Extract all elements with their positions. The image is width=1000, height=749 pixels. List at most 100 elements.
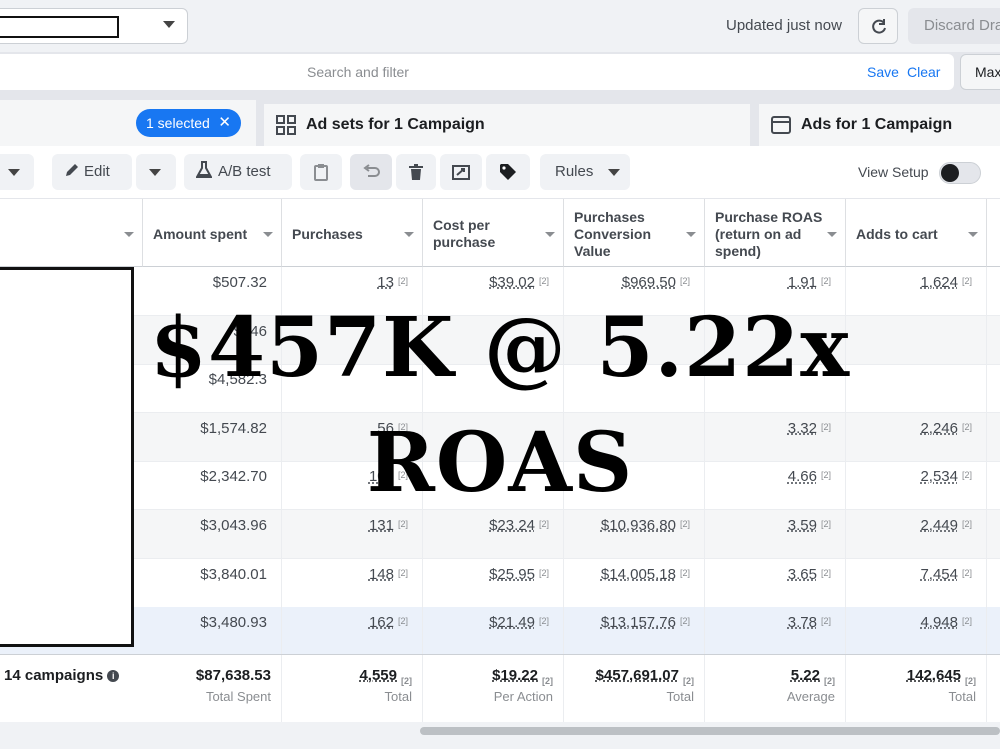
cell-adds-to-cart: 4,948 [2] bbox=[846, 607, 987, 657]
column-header-purchases-conversion-value[interactable]: Purchases Conversion Value bbox=[564, 199, 705, 267]
flask-icon bbox=[195, 161, 213, 178]
footnote-marker: [2] bbox=[824, 676, 835, 686]
table-row[interactable]: $3,840.01 148 [2] $25.95 [2] $14,005.18 [2] 3.6… bbox=[0, 558, 1000, 608]
updated-status: Updated just now bbox=[726, 17, 842, 34]
pencil-icon bbox=[66, 164, 78, 176]
sort-caret-icon bbox=[686, 232, 696, 237]
footnote-marker: [2] bbox=[397, 616, 408, 627]
column-header-next[interactable] bbox=[987, 199, 1000, 267]
total-value-text: $457,691.07 bbox=[595, 667, 679, 684]
info-icon[interactable]: i bbox=[107, 670, 120, 682]
rules-label: Rules bbox=[555, 163, 594, 180]
total-sub: Average bbox=[786, 689, 835, 704]
clipboard-button[interactable] bbox=[300, 154, 342, 190]
export-icon bbox=[452, 165, 470, 180]
footnote-marker: [2] bbox=[683, 676, 694, 686]
cell-cost-per-purchase: $23.24 [2] bbox=[423, 510, 564, 559]
ad-icon bbox=[771, 116, 791, 134]
account-name-redacted bbox=[0, 16, 119, 38]
cell-value: 1.91 bbox=[787, 274, 817, 291]
cell-value: $10,936.80 bbox=[600, 517, 676, 534]
horizontal-scrollbar[interactable] bbox=[420, 727, 1000, 735]
footnote-marker: [2] bbox=[961, 567, 972, 578]
totals-count: 14 campaigns bbox=[4, 667, 104, 684]
total-purchases: 4,559 [2] Total bbox=[282, 655, 423, 723]
max-date-button[interactable]: Max bbox=[960, 54, 1000, 90]
search-filter-bar[interactable]: Search and filter Save Clear bbox=[0, 54, 954, 90]
total-value-text: 142,645 bbox=[906, 667, 961, 684]
sort-caret-icon bbox=[124, 232, 134, 237]
search-input[interactable]: Search and filter bbox=[307, 64, 409, 80]
footnote-marker: [2] bbox=[538, 276, 549, 286]
view-setup-toggle[interactable] bbox=[939, 162, 981, 184]
footnote-marker: [2] bbox=[820, 519, 831, 529]
cell-value: $3,043.96 bbox=[200, 517, 267, 534]
ab-test-button[interactable]: A/B test bbox=[184, 154, 292, 190]
table-row[interactable]: $3,043.96 131 [2] $23.24 [2] $10,936.80 [2] 3.5… bbox=[0, 510, 1000, 559]
total-value-text: 4,559 bbox=[359, 667, 397, 684]
totals-row: 14 campaigns i $87,638.53 Total Spent 4,5… bbox=[0, 654, 1000, 723]
ad-sets-icon bbox=[276, 115, 296, 135]
tag-button[interactable] bbox=[486, 154, 530, 190]
export-button[interactable] bbox=[440, 154, 482, 190]
chevron-down-icon bbox=[149, 168, 161, 176]
save-filter-link[interactable]: Save bbox=[867, 64, 899, 80]
cell-purchase-roas: 3.78 [2] bbox=[705, 607, 846, 657]
footnote-marker: [2] bbox=[820, 567, 831, 578]
account-selector[interactable] bbox=[0, 8, 188, 44]
clear-filter-link[interactable]: Clear bbox=[907, 64, 940, 80]
tab-ad-sets-label: Ad sets for 1 Campaign bbox=[306, 116, 485, 133]
footnote-marker: [2] bbox=[679, 567, 690, 578]
tag-icon bbox=[500, 164, 516, 180]
overlay-headline: $457K @ 5.22x bbox=[149, 300, 851, 396]
cell-value: $3,480.93 bbox=[200, 614, 267, 632]
tab-campaigns[interactable]: 1 selected ✕ bbox=[0, 100, 256, 146]
toggle-knob bbox=[941, 164, 959, 182]
selected-count-pill[interactable]: 1 selected ✕ bbox=[136, 109, 241, 137]
column-header-label: Purchases Conversion Value bbox=[574, 209, 652, 259]
cell-purchases-conversion-value: $13,157.76 [2] bbox=[564, 607, 705, 657]
edit-button[interactable]: Edit bbox=[52, 154, 132, 190]
column-header-purchases[interactable]: Purchases bbox=[282, 199, 423, 267]
chevron-down-icon bbox=[607, 168, 620, 176]
footnote-marker: [2] bbox=[961, 616, 972, 627]
edit-dropdown-button[interactable] bbox=[136, 154, 176, 190]
column-header-purchase-roas[interactable]: Purchase ROAS (return on ad spend) bbox=[705, 199, 846, 267]
cell-value: $14,005.18 bbox=[600, 565, 676, 583]
chevron-down-icon bbox=[163, 21, 175, 28]
totals-label: 14 campaigns i bbox=[4, 667, 120, 684]
duplicate-dropdown-button[interactable] bbox=[0, 154, 34, 190]
footnote-marker: [2] bbox=[538, 567, 549, 578]
footnote-marker: [2] bbox=[965, 676, 976, 686]
column-header-cost-per-purchase[interactable]: Cost per purchase bbox=[423, 199, 564, 267]
footnote-marker: [2] bbox=[397, 276, 408, 286]
discard-drafts-button[interactable]: Discard Dra bbox=[908, 8, 1000, 44]
cell-purchases: 131 [2] bbox=[282, 510, 423, 559]
rules-dropdown-button[interactable]: Rules bbox=[540, 154, 630, 190]
cell-purchases: 148 [2] bbox=[282, 558, 423, 608]
column-header-amount-spent[interactable]: Amount spent bbox=[143, 199, 282, 267]
footnote-marker: [2] bbox=[542, 676, 553, 686]
cell-value: 3.59 bbox=[787, 517, 817, 534]
cell-value: $969.50 bbox=[621, 274, 676, 291]
total-sub: Total bbox=[948, 689, 976, 704]
tab-ads[interactable]: Ads for 1 Campaign bbox=[759, 104, 1000, 146]
bottom-scroll-area bbox=[0, 722, 1000, 749]
cell-value: 2,449 bbox=[920, 517, 958, 534]
total-sub: Per Action bbox=[493, 689, 553, 704]
column-header-adds-to-cart[interactable]: Adds to cart bbox=[846, 199, 987, 267]
column-header-label: Purchase ROAS (return on ad spend) bbox=[715, 209, 823, 259]
delete-button[interactable] bbox=[396, 154, 436, 190]
undo-button[interactable] bbox=[350, 154, 392, 190]
cell-cost-per-purchase: $25.95 [2] bbox=[423, 558, 564, 608]
close-icon[interactable]: ✕ bbox=[218, 109, 231, 137]
ab-test-label: A/B test bbox=[218, 163, 271, 180]
column-header-name[interactable] bbox=[0, 199, 143, 267]
cell-amount-spent: $3,840.01 bbox=[143, 558, 282, 608]
table-row[interactable]: $3,480.93 162 [2] $21.49 [2] $13,157.76 [2] 3.7… bbox=[0, 607, 1000, 657]
footnote-marker: [2] bbox=[679, 616, 690, 627]
refresh-button[interactable] bbox=[858, 8, 898, 44]
cell-value: 162 bbox=[368, 614, 394, 632]
tab-ad-sets[interactable]: Ad sets for 1 Campaign bbox=[264, 104, 750, 146]
cell-cost-per-purchase: $21.49 [2] bbox=[423, 607, 564, 657]
